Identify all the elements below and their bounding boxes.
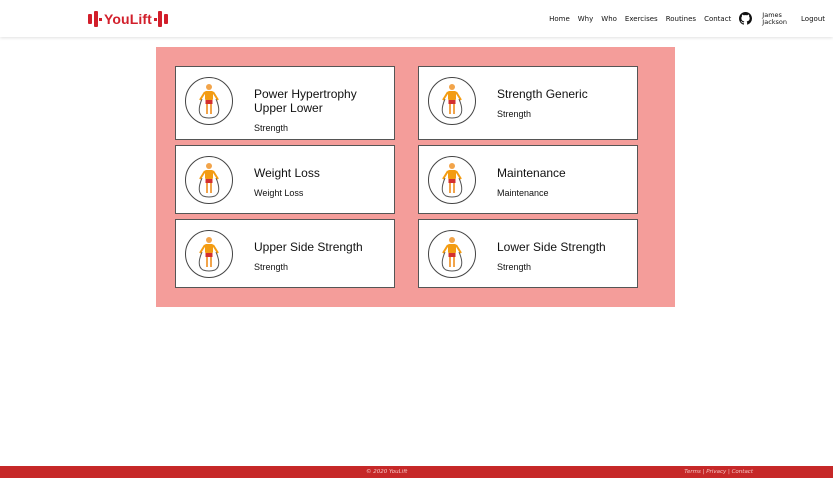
nav-exercises[interactable]: Exercises (625, 15, 658, 23)
jump-rope-icon (428, 77, 476, 125)
routine-title: Lower Side Strength (497, 240, 606, 254)
github-icon[interactable] (739, 12, 753, 25)
routine-card[interactable]: Weight Loss Weight Loss (175, 145, 395, 214)
jump-rope-icon (428, 230, 476, 278)
nav-links: Home Why Who Exercises Routines Contact … (549, 0, 833, 37)
nav-who[interactable]: Who (601, 15, 617, 23)
jump-rope-icon (428, 156, 476, 204)
routine-category: Strength (497, 109, 532, 119)
jump-rope-icon (185, 77, 233, 125)
footer-links: Terms | Privacy | Contact (684, 469, 753, 475)
routine-category: Maintenance (497, 188, 549, 198)
routine-card[interactable]: Power Hypertrophy Upper Lower Strength (175, 66, 395, 140)
routine-title: Power Hypertrophy Upper Lower (254, 87, 357, 115)
footer: © 2020 YouLift Terms | Privacy | Contact (0, 466, 833, 478)
youlift-logo[interactable]: YouLift (87, 9, 169, 29)
routine-category: Weight Loss (254, 188, 304, 198)
routine-title: Strength Generic (497, 87, 588, 101)
user-last-name: Jackson (762, 17, 788, 26)
jump-rope-icon (185, 156, 233, 204)
logout-link[interactable]: Logout (801, 15, 825, 23)
routine-card[interactable]: Upper Side Strength Strength (175, 219, 395, 288)
logo-text: YouLift (104, 11, 152, 27)
nav-contact[interactable]: Contact (704, 15, 731, 23)
footer-contact-link[interactable]: Contact (732, 469, 753, 475)
routine-category: Strength (254, 123, 289, 133)
footer-terms-link[interactable]: Terms (684, 469, 701, 475)
dumbbell-right-icon (153, 11, 169, 27)
routine-card[interactable]: Lower Side Strength Strength (418, 219, 638, 288)
routine-card[interactable]: Maintenance Maintenance (418, 145, 638, 214)
routine-category: Strength (254, 262, 289, 272)
dumbbell-left-icon (87, 11, 102, 27)
routine-card[interactable]: Strength Generic Strength (418, 66, 638, 140)
nav-home[interactable]: Home (549, 15, 570, 23)
jump-rope-icon (185, 230, 233, 278)
footer-privacy-link[interactable]: Privacy (706, 469, 726, 475)
routine-title: Maintenance (497, 166, 566, 180)
nav-why[interactable]: Why (578, 15, 594, 23)
nav-routines[interactable]: Routines (666, 15, 696, 23)
routine-title: Weight Loss (254, 166, 320, 180)
copyright-text: © 2020 YouLift (366, 469, 408, 475)
routine-category: Strength (497, 262, 532, 272)
top-navbar: YouLift Home Why Who Exercises Routines … (0, 0, 833, 37)
routine-title: Upper Side Strength (254, 240, 363, 254)
user-name[interactable]: James Jackson (762, 11, 788, 26)
routines-panel: Power Hypertrophy Upper Lower Strength S… (156, 47, 675, 307)
